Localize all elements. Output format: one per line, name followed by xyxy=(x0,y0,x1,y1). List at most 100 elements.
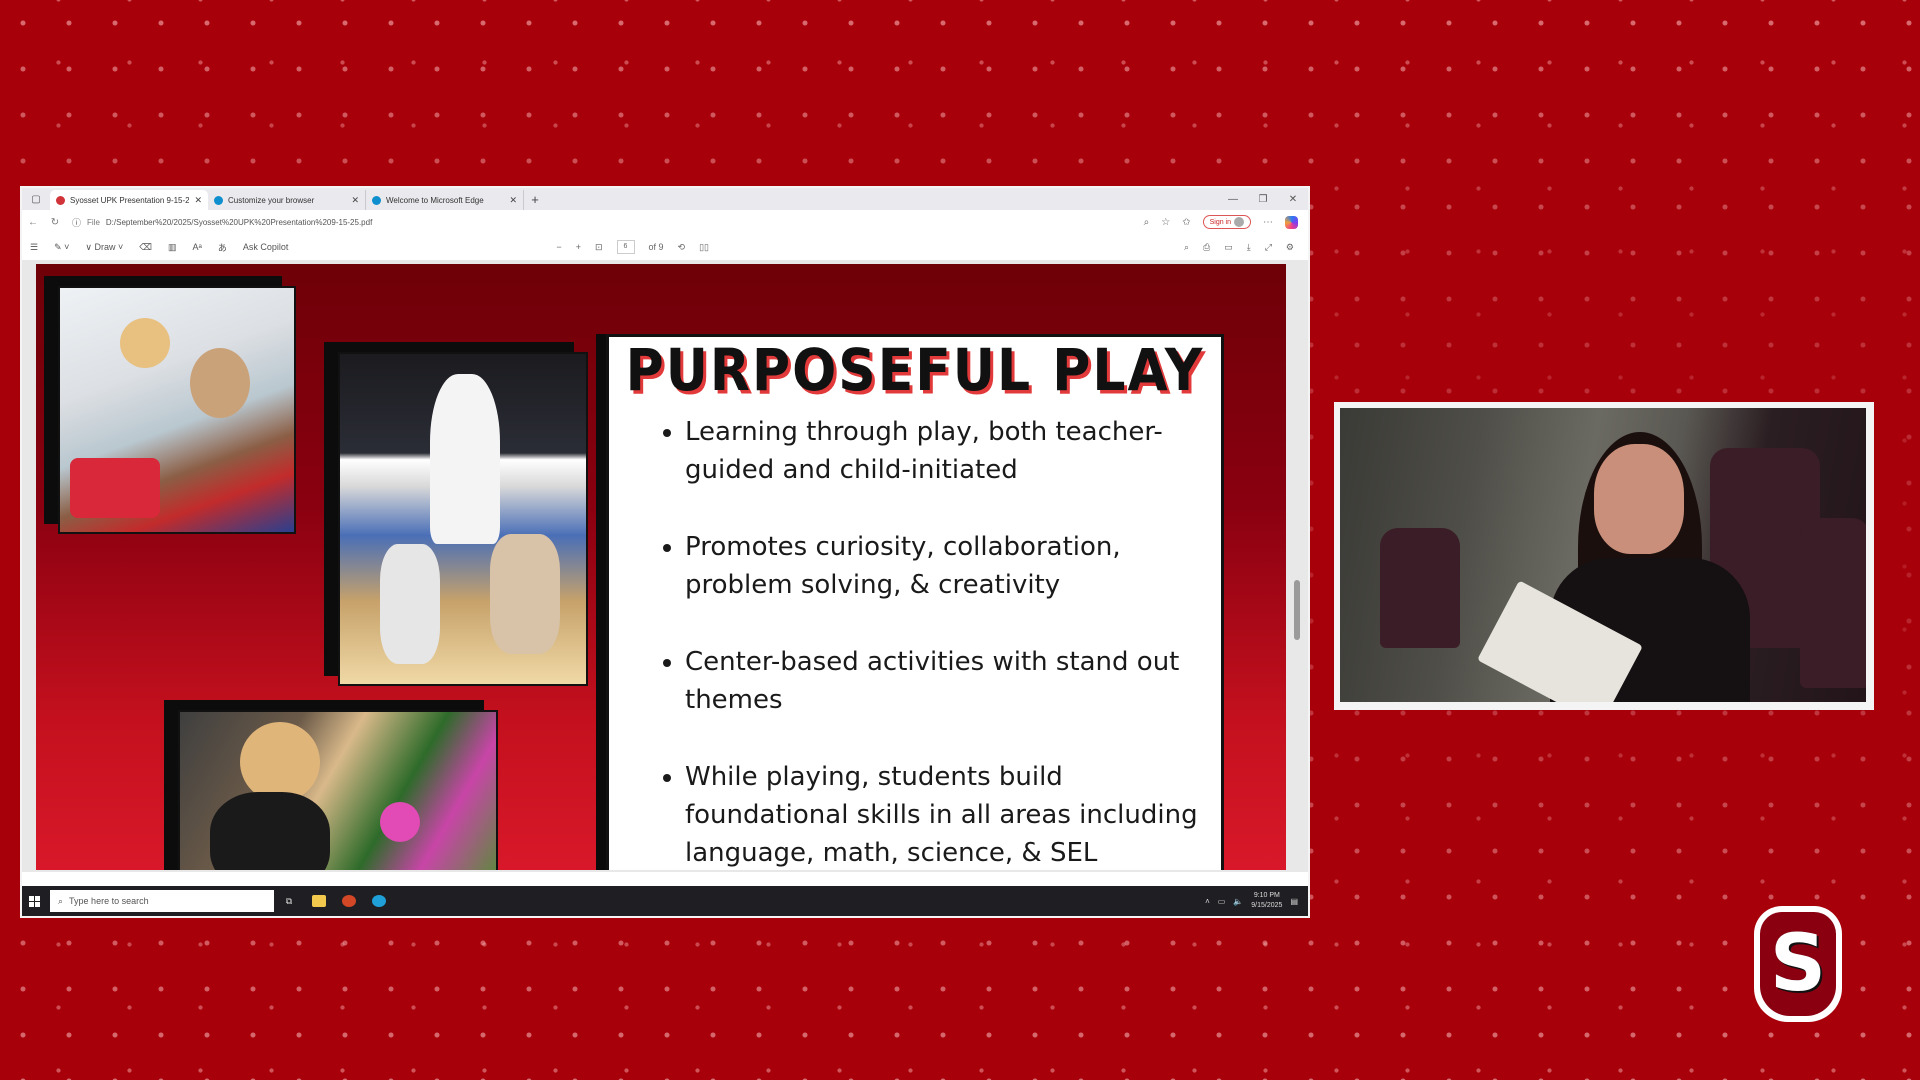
fullscreen-icon[interactable]: ⤢ xyxy=(1265,242,1272,253)
clock[interactable]: 9:10 PM 9/15/2025 xyxy=(1251,891,1282,911)
page-number-input[interactable]: 6 xyxy=(616,240,635,254)
photo-detail xyxy=(240,722,320,802)
favorite-star-icon[interactable]: ☆ xyxy=(1161,217,1170,228)
tab-customize[interactable]: Customize your browser ✕ xyxy=(208,190,366,210)
page-controls: − + ⊡ 6 of 9 ⟲ ▯▯ xyxy=(556,240,709,254)
bullet-list: Learning through play, both teacher-guid… xyxy=(659,413,1225,870)
draw-button[interactable]: ∨ Draw ˅ xyxy=(77,242,131,253)
list-item: While playing, students build foundation… xyxy=(685,758,1225,870)
back-icon[interactable]: ← xyxy=(22,217,44,228)
photo-child-garden xyxy=(178,710,498,870)
address-bar[interactable]: ⓘ File D:/September%20/2025/Syosset%20UP… xyxy=(72,216,1144,229)
photo-kids-space-center xyxy=(338,352,588,686)
clock-date: 9/15/2025 xyxy=(1251,902,1283,909)
edge-favicon-icon xyxy=(214,195,223,205)
powerpoint-icon[interactable] xyxy=(334,886,364,916)
school-logo: S xyxy=(1752,904,1844,1024)
photo-detail xyxy=(380,802,420,842)
browser-tab-bar: ▢ Syosset UPK Presentation 9-15-2 ✕ Cust… xyxy=(22,188,1308,210)
scrollbar-thumb[interactable] xyxy=(1294,580,1300,640)
start-button[interactable] xyxy=(22,886,46,916)
edge-icon[interactable] xyxy=(364,886,394,916)
photo-detail xyxy=(190,348,250,418)
eraser-icon[interactable]: ⌫ xyxy=(131,242,160,253)
more-icon[interactable]: ⋯ xyxy=(1263,217,1273,228)
search-icon: ⌕ xyxy=(58,895,64,906)
read-aloud-icon[interactable]: Aᵃ xyxy=(185,242,210,252)
window-controls: — ❐ ✕ xyxy=(1218,188,1308,210)
volume-icon[interactable]: 🔈 xyxy=(1233,897,1243,906)
photo-detail xyxy=(210,792,330,870)
close-icon[interactable]: ✕ xyxy=(351,195,359,206)
tab-presentation[interactable]: Syosset UPK Presentation 9-15-2 ✕ xyxy=(50,190,208,210)
auditorium-seat xyxy=(1800,518,1866,688)
restore-icon[interactable]: ❐ xyxy=(1248,194,1278,205)
chevron-up-icon[interactable]: ˄ xyxy=(1205,897,1210,906)
settings-gear-icon[interactable]: ⚙ xyxy=(1286,242,1294,253)
sign-in-button[interactable]: Sign in xyxy=(1202,215,1251,229)
photo-detail xyxy=(430,374,500,544)
info-icon[interactable]: ⓘ xyxy=(72,216,81,229)
edge-favicon-icon xyxy=(372,195,381,205)
zoom-out-icon[interactable]: − xyxy=(556,242,561,252)
zoom-in-icon[interactable]: + xyxy=(576,242,581,252)
network-icon[interactable]: ▭ xyxy=(1218,897,1226,906)
photo-kids-play-kitchen xyxy=(58,286,296,534)
translate-icon[interactable]: あ xyxy=(210,241,235,254)
scrollbar[interactable] xyxy=(1294,260,1300,872)
close-icon[interactable]: ✕ xyxy=(194,195,202,206)
tab-welcome[interactable]: Welcome to Microsoft Edge ✕ xyxy=(366,190,524,210)
zoom-icon[interactable]: ⌕ xyxy=(1144,217,1150,228)
url-text: D:/September%20/2025/Syosset%20UPK%20Pre… xyxy=(105,217,373,227)
notifications-icon[interactable]: ▤ xyxy=(1290,897,1298,906)
minimize-icon[interactable]: — xyxy=(1218,194,1248,205)
tab-label: Customize your browser xyxy=(228,195,315,205)
two-page-icon[interactable]: ▯▯ xyxy=(699,242,709,253)
auditorium-seat xyxy=(1380,528,1460,648)
draw-label: Draw xyxy=(94,241,116,252)
contents-icon[interactable]: ☰ xyxy=(22,242,46,253)
tab-actions-icon[interactable]: ▢ xyxy=(22,188,50,210)
file-label: File xyxy=(87,217,100,227)
favorites-icon[interactable]: ✩ xyxy=(1182,217,1190,228)
windows-logo-icon xyxy=(28,895,40,907)
tab-label: Syosset UPK Presentation 9-15-2 xyxy=(70,195,190,205)
system-tray: ˄ ▭ 🔈 9:10 PM 9/15/2025 ▤ xyxy=(1205,891,1308,911)
fit-page-icon[interactable]: ⊡ xyxy=(595,242,603,253)
task-view-icon[interactable]: ⧉ xyxy=(274,886,304,916)
avatar xyxy=(1234,217,1244,227)
file-explorer-icon[interactable] xyxy=(304,886,334,916)
save-icon[interactable]: ▭ xyxy=(1224,242,1233,253)
webcam-feed xyxy=(1334,402,1874,710)
pdf-favicon-icon xyxy=(56,195,65,205)
refresh-icon[interactable]: ↻ xyxy=(44,217,66,228)
page-total: of 9 xyxy=(648,242,664,252)
print-icon[interactable]: ⎙ xyxy=(1203,242,1210,253)
highlight-icon[interactable]: ✎ ˅ xyxy=(46,242,77,253)
ask-copilot-button[interactable]: Ask Copilot xyxy=(235,242,297,252)
copilot-icon[interactable] xyxy=(1285,215,1298,229)
photo-detail xyxy=(70,458,160,518)
close-icon[interactable]: ✕ xyxy=(509,195,517,206)
screen-share: ▢ Syosset UPK Presentation 9-15-2 ✕ Cust… xyxy=(22,188,1308,916)
search-placeholder: Type here to search xyxy=(69,896,149,906)
rotate-icon[interactable]: ⟲ xyxy=(678,242,686,253)
pdf-viewer[interactable]: PURPOSEFUL PLAY Learning through play, b… xyxy=(22,260,1308,872)
address-bar-row: ← ↻ ⓘ File D:/September%20/2025/Syosset%… xyxy=(22,210,1308,235)
taskbar-search-box[interactable]: ⌕ Type here to search xyxy=(50,890,274,912)
slide-text-card: PURPOSEFUL PLAY Learning through play, b… xyxy=(606,334,1224,870)
list-item: Learning through play, both teacher-guid… xyxy=(685,413,1225,489)
slide-title: PURPOSEFUL PLAY xyxy=(625,337,1205,405)
list-item: Promotes curiosity, collaboration, probl… xyxy=(685,528,1225,604)
save-as-icon[interactable]: ⤓ xyxy=(1247,242,1251,253)
address-bar-actions: ⌕ ☆ ✩ Sign in ⋯ xyxy=(1144,215,1308,229)
search-icon[interactable]: ⌕ xyxy=(1184,242,1189,253)
pdf-toolbar: ☰ ✎ ˅ ∨ Draw ˅ ⌫ ▥ Aᵃ あ Ask Copilot − + … xyxy=(22,234,1308,261)
new-tab-button[interactable]: + xyxy=(524,190,546,210)
logo-shield: S xyxy=(1754,906,1842,1022)
tab-label: Welcome to Microsoft Edge xyxy=(386,195,484,205)
windows-taskbar: ⌕ Type here to search ⧉ ˄ ▭ 🔈 9:10 PM 9/… xyxy=(22,886,1308,916)
close-window-icon[interactable]: ✕ xyxy=(1278,194,1308,205)
photo-detail xyxy=(490,534,560,654)
page-view-icon[interactable]: ▥ xyxy=(160,242,185,253)
